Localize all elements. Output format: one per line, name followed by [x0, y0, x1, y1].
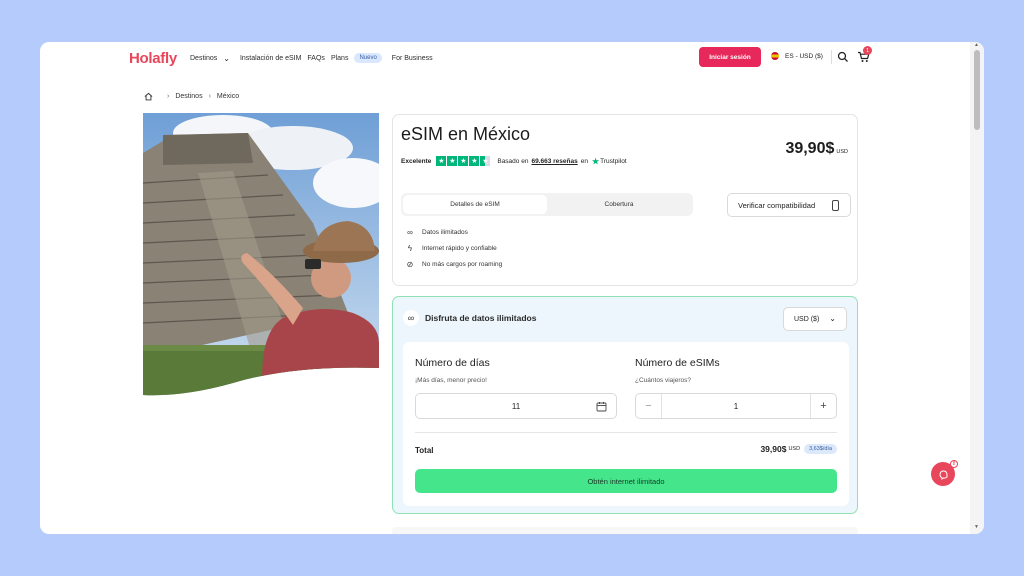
verify-compatibility-button[interactable]: Verificar compatibilidad: [727, 193, 851, 217]
plan-selector: ∞ Disfruta de datos ilimitados USD ($) ⌄…: [392, 296, 858, 514]
browser-frame: Holafly Destinos ⌄ Instalación de eSIM F…: [40, 42, 984, 534]
total-amount: 39,90$ USD 3,63$/día: [760, 444, 837, 454]
star-icon: ★: [469, 156, 480, 166]
currency-select[interactable]: USD ($) ⌄: [783, 307, 847, 331]
price-currency: USD: [836, 149, 848, 155]
breadcrumb: › Destinos › México: [144, 92, 239, 101]
days-label: Número de días: [415, 357, 490, 369]
product-card: eSIM en México 39,90$ USD Excelente ★ ★ ★…: [392, 114, 858, 286]
trustpilot-label: Trustpilot: [600, 157, 627, 165]
breadcrumb-separator: ›: [208, 93, 211, 100]
esims-value[interactable]: 1: [662, 402, 810, 411]
breadcrumb-separator: ›: [167, 93, 170, 100]
verify-compatibility-label: Verificar compatibilidad: [738, 200, 816, 210]
breadcrumb-destinos[interactable]: Destinos: [175, 93, 202, 100]
infinity-icon: ∞: [407, 227, 413, 237]
cart-count-badge: 1: [863, 46, 872, 55]
feature-list: ∞ Datos ilimitados ϟ Internet rápido y c…: [405, 224, 503, 272]
price-value: 39,90$: [785, 140, 835, 157]
chevron-down-icon[interactable]: ⌄: [223, 54, 230, 63]
rating-label: Excelente: [401, 157, 432, 165]
phone-icon: [832, 200, 839, 211]
scrollbar-thumb[interactable]: [974, 50, 980, 130]
scroll-down-arrow-icon[interactable]: ▼: [974, 524, 979, 530]
increment-button[interactable]: +: [810, 394, 836, 418]
product-tabs: Detalles de eSIM Cobertura: [401, 193, 693, 216]
reviews-suffix: en: [580, 157, 588, 165]
reviews-prefix: Basado en: [497, 157, 529, 165]
nav-for-business[interactable]: For Business: [392, 55, 433, 62]
half-star-icon: ★: [480, 156, 491, 166]
rating-stars: ★ ★ ★ ★ ★: [436, 156, 491, 166]
feature-item: ⊘ No más cargos por roaming: [405, 256, 503, 272]
star-icon: ★: [436, 156, 447, 166]
feature-text: Datos ilimitados: [422, 228, 468, 236]
spain-flag-icon: [771, 52, 779, 60]
tab-coverage[interactable]: Cobertura: [547, 195, 691, 214]
chat-icon: [938, 469, 947, 480]
scroll-up-arrow-icon[interactable]: ▲: [974, 42, 979, 48]
price-per-day-badge: 3,63$/día: [804, 444, 837, 454]
no-roaming-icon: ⊘: [406, 259, 414, 269]
main-nav: Destinos ⌄ Instalación de eSIM FAQs Plan…: [190, 53, 439, 63]
feature-text: No más cargos por roaming: [422, 260, 503, 268]
esims-hint: ¿Cuántos viajeros?: [635, 377, 691, 384]
get-unlimited-internet-button[interactable]: Obtén internet ilimitado: [415, 469, 837, 493]
esims-label: Número de eSIMs: [635, 357, 720, 369]
plan-options-panel: Número de días ¡Más días, menor precio! …: [403, 342, 849, 506]
reviews-link[interactable]: 69.663 reseñas: [531, 158, 577, 165]
plan-heading: ∞ Disfruta de datos ilimitados: [403, 310, 536, 326]
esims-stepper: − 1 +: [635, 393, 837, 419]
days-hint: ¡Más días, menor precio!: [415, 377, 487, 384]
currency-select-value: USD ($): [794, 315, 820, 323]
feature-text: Internet rápido y confiable: [422, 244, 497, 252]
chevron-down-icon: ⌄: [829, 314, 836, 323]
header-divider: [831, 50, 832, 64]
total-value: 39,90$: [760, 444, 787, 454]
nav-destinos[interactable]: Destinos: [190, 55, 217, 62]
feature-item: ϟ Internet rápido y confiable: [405, 240, 502, 256]
calendar-icon[interactable]: [596, 401, 607, 412]
trustpilot-logo[interactable]: ★ Trustpilot: [592, 157, 627, 166]
breadcrumb-mexico: México: [216, 93, 240, 100]
tab-esim-details[interactable]: Detalles de eSIM: [403, 195, 547, 214]
next-section-edge: [392, 527, 858, 534]
divider: [415, 432, 837, 433]
lightning-icon: ϟ: [407, 243, 413, 253]
days-input[interactable]: 11: [415, 393, 617, 419]
home-icon[interactable]: [144, 92, 153, 101]
trustpilot-rating: Excelente ★ ★ ★ ★ ★ Basado en 69.663 res…: [401, 156, 627, 166]
product-title: eSIM en México: [401, 124, 531, 144]
trustpilot-star-icon: ★: [591, 156, 600, 166]
nav-instalacion[interactable]: Instalación de eSIM: [240, 55, 301, 62]
site-header: Holafly Destinos ⌄ Instalación de eSIM F…: [40, 42, 970, 76]
total-label: Total: [415, 446, 434, 455]
holafly-logo[interactable]: Holafly: [129, 50, 177, 67]
infinity-icon: ∞: [403, 310, 419, 326]
chat-notification-badge: 8: [950, 460, 958, 468]
login-button[interactable]: Iniciar sesión: [699, 47, 761, 67]
days-value: 11: [511, 401, 521, 411]
page-scrollbar[interactable]: ▲ ▼: [970, 42, 984, 534]
locale-selector[interactable]: ES - USD ($): [771, 52, 823, 60]
locale-label: ES - USD ($): [785, 52, 823, 60]
nav-faqs[interactable]: FAQs: [307, 55, 325, 62]
plan-heading-text: Disfruta de datos ilimitados: [425, 313, 537, 323]
feature-item: ∞ Datos ilimitados: [405, 224, 502, 240]
decrement-button[interactable]: −: [636, 394, 662, 418]
search-icon[interactable]: [837, 51, 849, 63]
product-price: 39,90$ USD: [785, 140, 848, 158]
new-badge: Nuevo: [354, 53, 382, 63]
star-icon: ★: [458, 156, 469, 166]
star-icon: ★: [447, 156, 458, 166]
total-currency: USD: [788, 446, 801, 452]
nav-plans[interactable]: Plans: [331, 55, 349, 62]
mexico-pyramid-photo: [143, 113, 379, 396]
